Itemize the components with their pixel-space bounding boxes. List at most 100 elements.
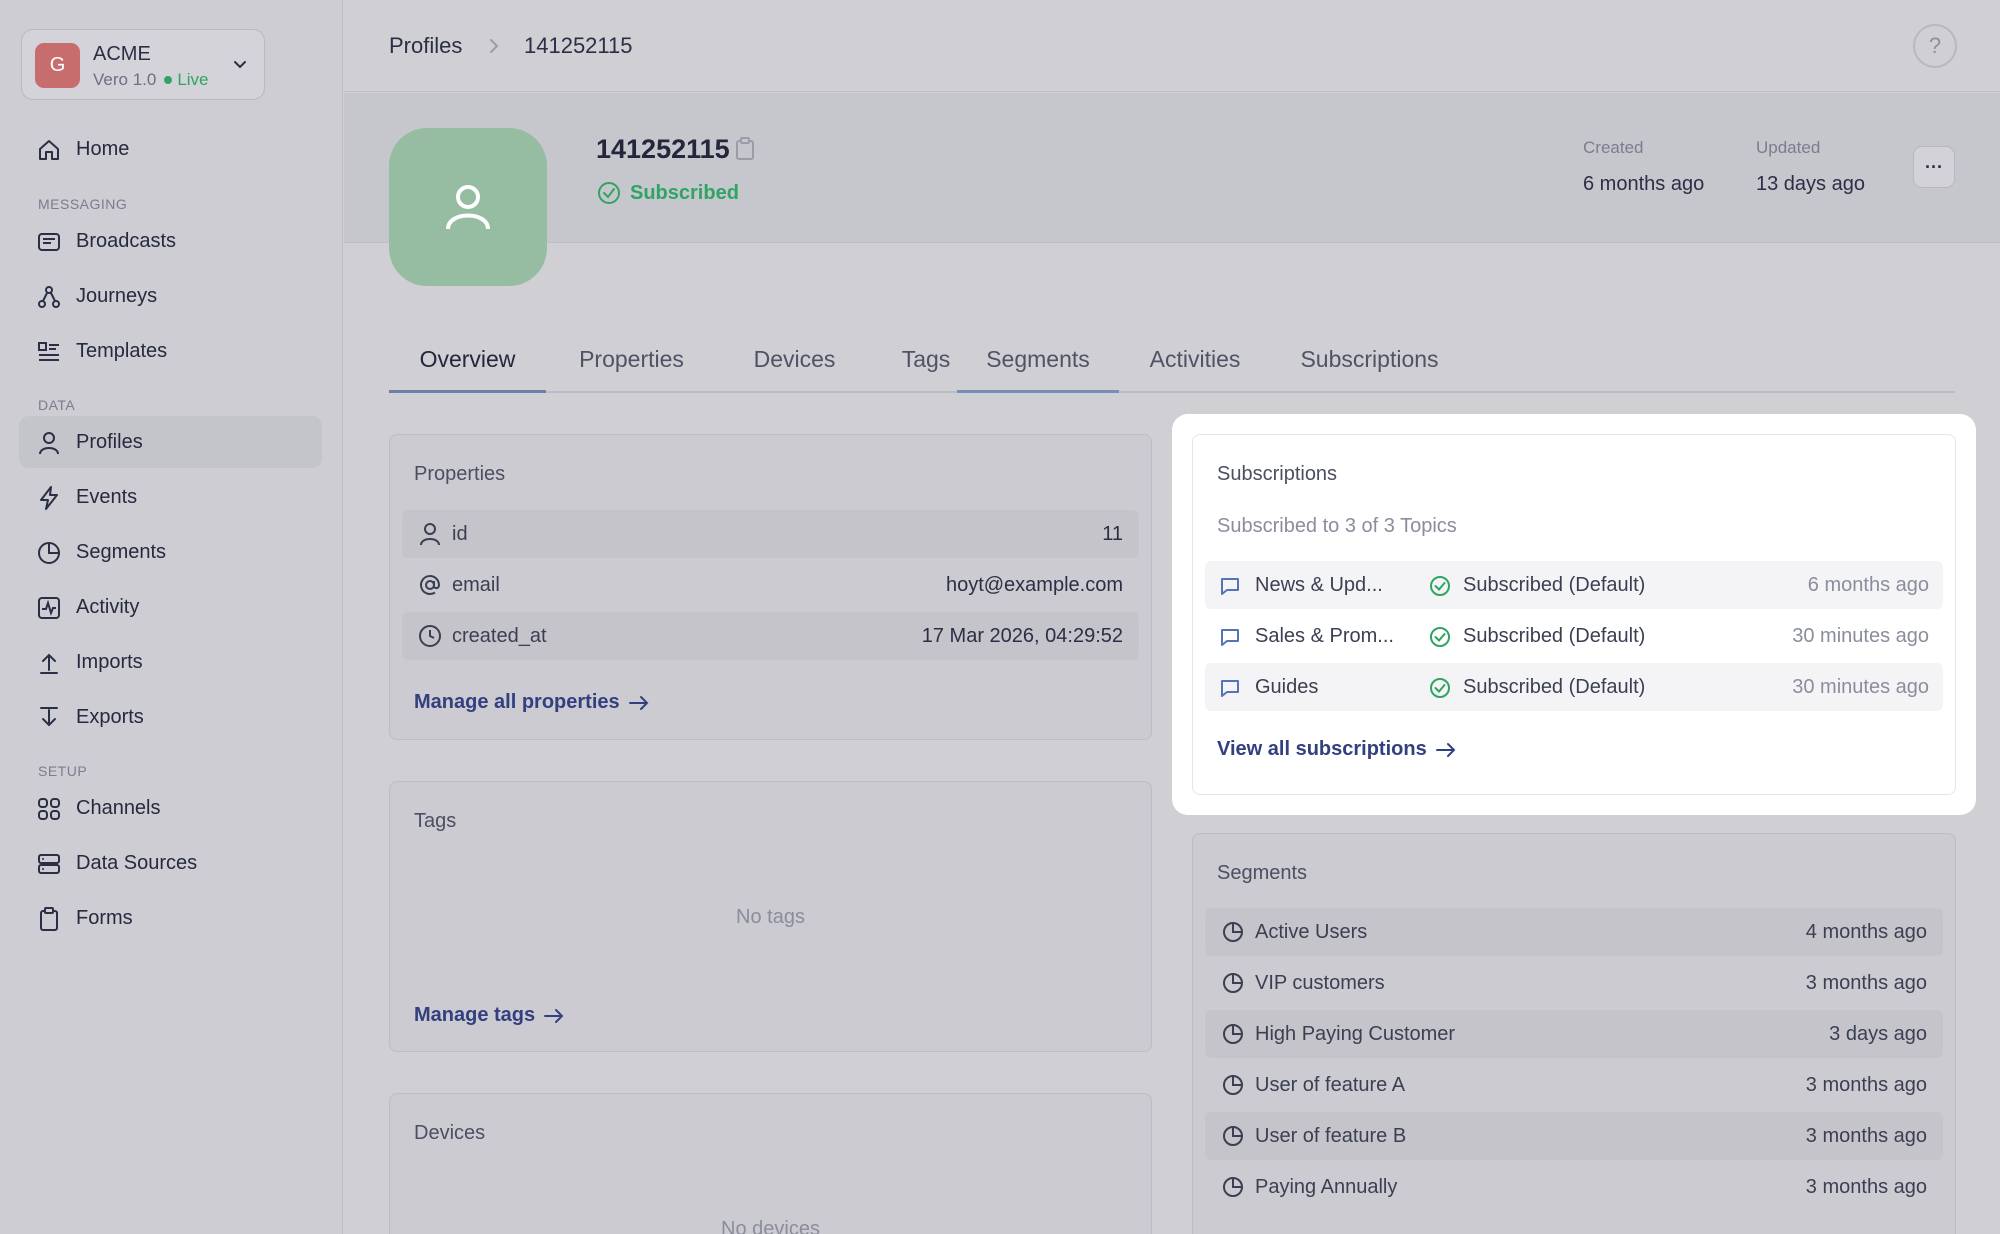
workspace-version: Vero 1.0 [93, 70, 157, 89]
at-sign-icon [420, 575, 441, 595]
profile-tabs: Overview Properties Devices Tags Segment… [389, 330, 1955, 393]
sidebar-item-label: Forms [76, 906, 133, 929]
top-bar: Profiles 141252115 ? [344, 0, 2000, 92]
subscription-time: 30 minutes ago [1792, 676, 1929, 698]
workspace-version-row: Vero 1.0 Live [93, 70, 209, 90]
pie-chart-icon [1223, 1075, 1243, 1095]
segment-row[interactable]: Active Users 4 months ago [1205, 908, 1943, 956]
sidebar-item-label: Broadcasts [76, 229, 177, 252]
empty-state: No devices [721, 1218, 820, 1234]
property-value: hoyt@example.com [945, 573, 1123, 596]
card-title: Tags [414, 810, 457, 832]
subscription-topic: Guides [1255, 676, 1319, 698]
upload-icon [40, 653, 58, 674]
sidebar-item-label: Data Sources [76, 851, 198, 874]
properties-card: Properties id 11 email hoyt@example.com … [389, 434, 1152, 740]
check-circle-icon [1430, 678, 1450, 698]
segment-time: 3 days ago [1829, 1023, 1927, 1045]
segment-time: 3 months ago [1805, 1125, 1927, 1147]
manage-tags-link[interactable]: Manage tags [414, 1004, 565, 1027]
subscriptions-highlight: Subscriptions Subscribed to 3 of 3 Topic… [1172, 414, 1976, 815]
sidebar-item-activity[interactable]: Activity [19, 581, 322, 633]
sidebar-item-forms[interactable]: Forms [19, 892, 322, 944]
subscription-status: Subscribed (Default) [1463, 676, 1646, 698]
sidebar-item-home[interactable]: Home [19, 123, 322, 175]
profile-avatar [389, 128, 547, 286]
sidebar-item-label: Channels [76, 796, 161, 819]
segment-row[interactable]: High Paying Customer 3 days ago [1205, 1010, 1943, 1058]
subscription-row[interactable]: News & Upd... Subscribed (Default) 6 mon… [1205, 561, 1943, 609]
check-circle-icon [598, 182, 620, 204]
workspace-switcher[interactable]: G ACME Vero 1.0 Live [21, 29, 265, 100]
empty-state: No tags [736, 906, 805, 928]
copy-icon[interactable] [735, 137, 755, 161]
channels-icon [38, 798, 60, 820]
activity-icon [38, 597, 60, 619]
sidebar: G ACME Vero 1.0 Live Home MESSAGING Broa… [0, 0, 343, 1234]
profile-header [344, 93, 2000, 243]
updated-label: Updated [1756, 138, 1821, 157]
tab-activities[interactable]: Activities [1119, 330, 1271, 393]
workspace-avatar: G [35, 43, 80, 88]
subscriptions-summary: Subscribed to 3 of 3 Topics [1217, 515, 1457, 537]
more-options-button[interactable]: ··· [1913, 146, 1955, 188]
sidebar-item-segments[interactable]: Segments [19, 526, 322, 578]
section-label-messaging: MESSAGING [38, 196, 128, 212]
segment-name: VIP customers [1255, 972, 1385, 994]
segment-name: Paying Annually [1255, 1176, 1398, 1198]
user-icon [420, 523, 440, 546]
chat-bubble-icon [1221, 578, 1239, 595]
tab-devices[interactable]: Devices [717, 330, 872, 393]
sidebar-item-profiles[interactable]: Profiles [19, 416, 322, 468]
breadcrumb-profiles[interactable]: Profiles [389, 33, 462, 59]
tab-overview[interactable]: Overview [389, 330, 546, 393]
download-icon [40, 707, 58, 727]
sidebar-item-journeys[interactable]: Journeys [19, 270, 322, 322]
sidebar-item-data-sources[interactable]: Data Sources [19, 837, 322, 889]
sidebar-item-exports[interactable]: Exports [19, 691, 322, 743]
property-key: email [452, 573, 500, 596]
property-value: 11 [1102, 522, 1123, 545]
sidebar-item-label: Journeys [76, 284, 158, 307]
tab-subscriptions[interactable]: Subscriptions [1271, 330, 1468, 393]
segment-row[interactable]: VIP customers 3 months ago [1205, 959, 1943, 1007]
view-subscriptions-link[interactable]: View all subscriptions [1217, 738, 1457, 761]
sidebar-item-label: Templates [76, 339, 168, 362]
live-dot-icon [164, 76, 173, 84]
property-row: id 11 [402, 510, 1139, 558]
sidebar-item-templates[interactable]: Templates [19, 325, 322, 377]
subscription-row[interactable]: Guides Subscribed (Default) 30 minutes a… [1205, 663, 1943, 711]
segment-name: Active Users [1255, 921, 1368, 943]
subscription-time: 6 months ago [1807, 574, 1929, 596]
subscription-status: Subscribed (Default) [1463, 574, 1646, 596]
chat-bubble-icon [1221, 680, 1239, 697]
help-button[interactable]: ? [1913, 24, 1957, 68]
sidebar-item-imports[interactable]: Imports [19, 636, 322, 688]
user-icon [39, 432, 59, 455]
sidebar-item-label: Profiles [76, 430, 143, 453]
link-label: Manage all properties [414, 691, 620, 713]
segment-row[interactable]: User of feature B 3 months ago [1205, 1112, 1943, 1160]
manage-properties-link[interactable]: Manage all properties [414, 691, 650, 714]
card-title: Subscriptions [1217, 463, 1338, 485]
devices-card: Devices No devices [389, 1093, 1152, 1234]
card-title: Devices [414, 1122, 486, 1144]
sidebar-item-label: Imports [76, 650, 143, 673]
clock-icon [419, 625, 441, 647]
segment-row[interactable]: User of feature A 3 months ago [1205, 1061, 1943, 1109]
chat-bubble-icon [1221, 629, 1239, 646]
sidebar-item-label: Events [76, 485, 138, 508]
segment-row[interactable]: Paying Annually 3 months ago [1205, 1163, 1943, 1211]
sidebar-item-broadcasts[interactable]: Broadcasts [19, 215, 322, 267]
tab-properties[interactable]: Properties [546, 330, 717, 393]
sidebar-item-channels[interactable]: Channels [19, 782, 322, 834]
pie-chart-icon [1223, 922, 1243, 942]
arrow-right-icon [544, 1008, 564, 1023]
tab-segments[interactable]: Segments [957, 330, 1119, 393]
sidebar-item-events[interactable]: Events [19, 471, 322, 523]
updated-value: 13 days ago [1756, 173, 1865, 195]
check-circle-icon [1430, 576, 1450, 596]
tags-card: Tags No tags Manage tags [389, 781, 1152, 1052]
subscription-row[interactable]: Sales & Prom... Subscribed (Default) 30 … [1205, 612, 1943, 660]
property-value: 17 Mar 2026, 04:29:52 [921, 624, 1123, 647]
